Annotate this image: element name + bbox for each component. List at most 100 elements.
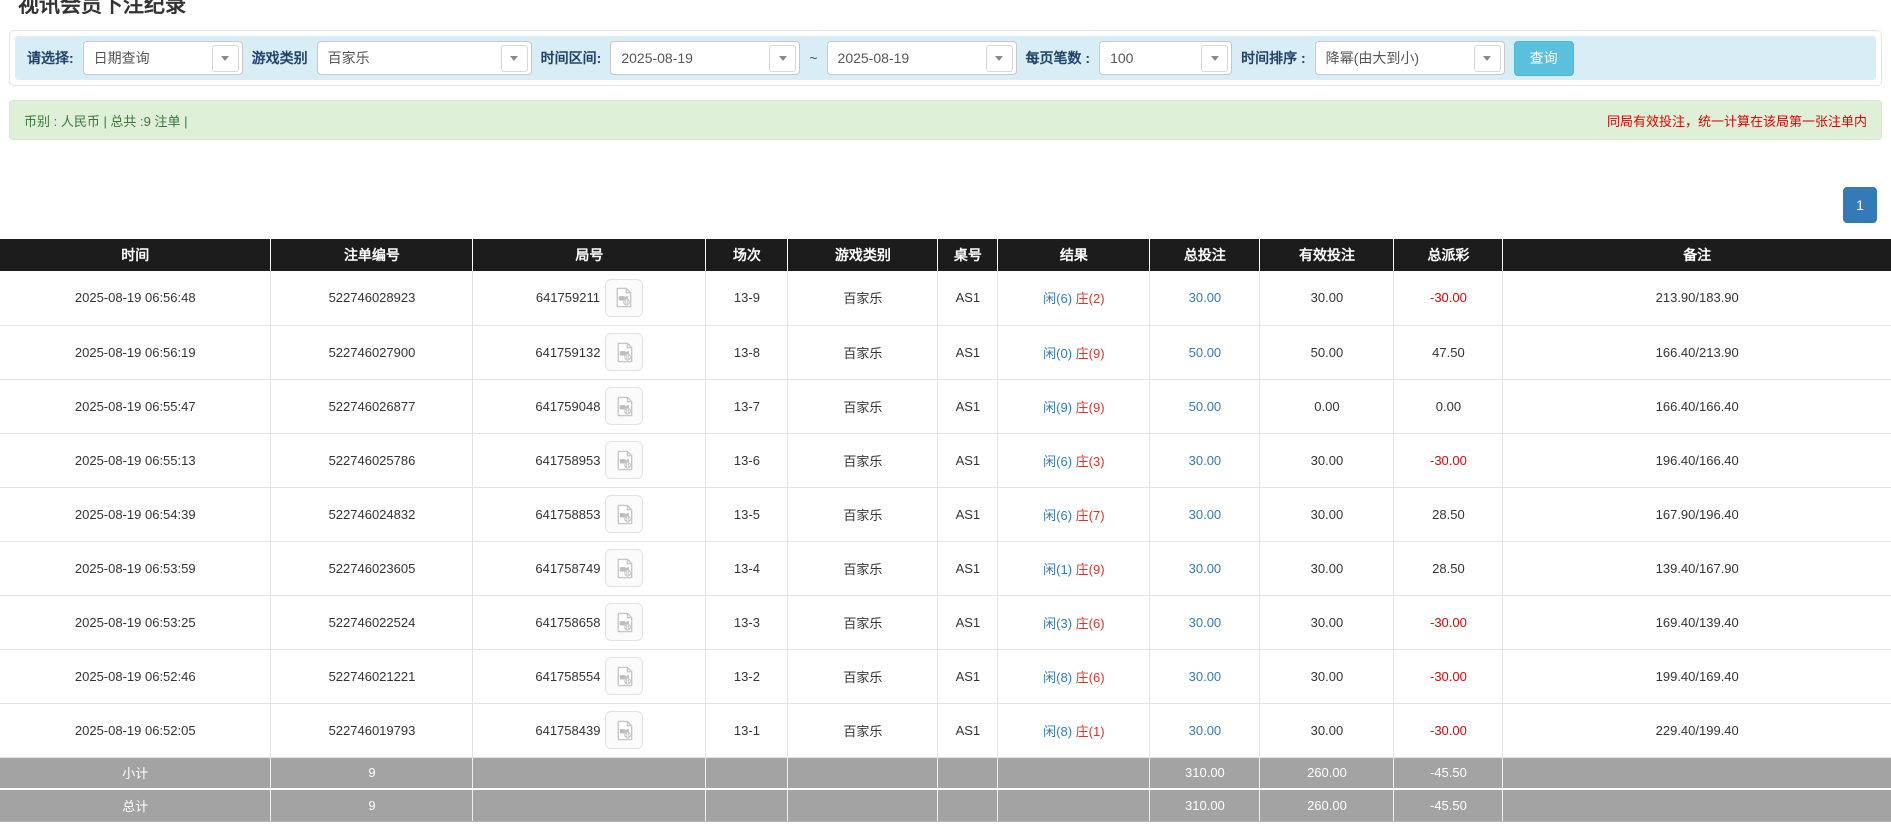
page-size-select[interactable]: 100 — [1099, 41, 1232, 75]
sort-order-label: 时间排序 : — [1241, 48, 1306, 68]
page-1-button[interactable]: 1 — [1843, 187, 1877, 223]
video-replay-button[interactable] — [605, 279, 643, 317]
cell-total-bet[interactable]: 30.00 — [1150, 595, 1260, 649]
cell-total-bet[interactable]: 30.00 — [1150, 433, 1260, 487]
search-button[interactable]: 查询 — [1514, 41, 1574, 76]
result-player: 闲(6) — [1043, 454, 1072, 469]
cell-remark: 166.40/213.90 — [1503, 325, 1891, 379]
cell-round: 641758658 — [473, 595, 706, 649]
table-row: 2025-08-19 06:52:46 522746021221 6417585… — [0, 649, 1891, 703]
cell-session: 13-9 — [706, 271, 788, 325]
cell-game: 百家乐 — [788, 703, 938, 757]
video-replay-button[interactable] — [605, 603, 643, 641]
result-banker: 庄(3) — [1076, 454, 1105, 469]
video-replay-button[interactable] — [605, 711, 643, 749]
sort-order-value: 降幂(由大到小) — [1326, 48, 1419, 68]
video-replay-button[interactable] — [605, 387, 643, 425]
video-file-icon — [613, 665, 636, 688]
column-header: 场次 — [706, 239, 788, 271]
video-replay-button[interactable] — [605, 549, 643, 587]
query-type-label: 请选择: — [27, 48, 74, 68]
chevron-down-icon — [1201, 45, 1228, 72]
cell-session: 13-7 — [706, 379, 788, 433]
round-number: 641759132 — [535, 345, 600, 360]
cell-valid-bet: 30.00 — [1260, 595, 1394, 649]
date-to-select[interactable]: 2025-08-19 — [827, 41, 1017, 75]
table-row: 2025-08-19 06:54:39 522746024832 6417588… — [0, 487, 1891, 541]
cell-bet-id: 522746022524 — [271, 595, 473, 649]
date-range-separator: ~ — [809, 50, 817, 66]
result-player: 闲(9) — [1043, 400, 1072, 415]
cell-payout: -30.00 — [1394, 703, 1503, 757]
cell-payout: -30.00 — [1394, 649, 1503, 703]
sort-order-select[interactable]: 降幂(由大到小) — [1315, 41, 1505, 75]
cell-bet-id: 522746019793 — [271, 703, 473, 757]
cell-time: 2025-08-19 06:53:59 — [0, 541, 271, 595]
cell-session: 13-6 — [706, 433, 788, 487]
cell-total-bet[interactable]: 50.00 — [1150, 325, 1260, 379]
result-player: 闲(8) — [1043, 670, 1072, 685]
video-file-icon — [613, 395, 636, 418]
summary-label: 小计 — [0, 757, 271, 789]
video-replay-button[interactable] — [605, 495, 643, 533]
summary-count: 9 — [271, 757, 473, 789]
summary-remark — [1503, 757, 1891, 789]
result-banker: 庄(6) — [1076, 670, 1105, 685]
cell-remark: 169.40/139.40 — [1503, 595, 1891, 649]
video-file-icon — [613, 557, 636, 580]
cell-round: 641759048 — [473, 379, 706, 433]
cell-payout: 0.00 — [1394, 379, 1503, 433]
summary-valid-bet: 260.00 — [1260, 789, 1394, 821]
table-row: 2025-08-19 06:55:13 522746025786 6417589… — [0, 433, 1891, 487]
date-from-select[interactable]: 2025-08-19 — [610, 41, 800, 75]
cell-bet-id: 522746025786 — [271, 433, 473, 487]
table-body: 2025-08-19 06:56:48 522746028923 6417592… — [0, 271, 1891, 821]
cell-game: 百家乐 — [788, 649, 938, 703]
cell-total-bet[interactable]: 30.00 — [1150, 271, 1260, 325]
cell-total-bet[interactable]: 30.00 — [1150, 703, 1260, 757]
cell-payout: 28.50 — [1394, 487, 1503, 541]
table-row: 2025-08-19 06:53:25 522746022524 6417586… — [0, 595, 1891, 649]
cell-result: 闲(9) 庄(9) — [998, 379, 1150, 433]
cell-total-bet[interactable]: 30.00 — [1150, 649, 1260, 703]
cell-round: 641759132 — [473, 325, 706, 379]
video-replay-button[interactable] — [605, 333, 643, 371]
header-row: 时间注单编号局号场次游戏类别桌号结果总投注有效投注总派彩备注 — [0, 239, 1891, 271]
result-banker: 庄(9) — [1076, 400, 1105, 415]
video-file-icon — [613, 719, 636, 742]
cell-time: 2025-08-19 06:55:13 — [0, 433, 271, 487]
column-header: 备注 — [1503, 239, 1891, 271]
cell-game: 百家乐 — [788, 595, 938, 649]
cell-total-bet[interactable]: 50.00 — [1150, 379, 1260, 433]
cell-payout: -30.00 — [1394, 271, 1503, 325]
cell-remark: 166.40/166.40 — [1503, 379, 1891, 433]
video-replay-button[interactable] — [605, 441, 643, 479]
cell-bet-id: 522746023605 — [271, 541, 473, 595]
result-banker: 庄(7) — [1076, 508, 1105, 523]
cell-table: AS1 — [938, 595, 998, 649]
result-player: 闲(8) — [1043, 724, 1072, 739]
page-title-container: 视讯会员下注纪录 — [0, 0, 1891, 14]
round-number: 641758554 — [535, 669, 600, 684]
cell-payout: -30.00 — [1394, 595, 1503, 649]
cell-total-bet[interactable]: 30.00 — [1150, 487, 1260, 541]
query-type-select[interactable]: 日期查询 — [83, 41, 243, 75]
round-number: 641758658 — [535, 615, 600, 630]
round-number: 641758439 — [535, 723, 600, 738]
cell-time: 2025-08-19 06:52:05 — [0, 703, 271, 757]
column-header: 注单编号 — [271, 239, 473, 271]
page-size-label: 每页笔数 : — [1026, 48, 1091, 68]
cell-total-bet[interactable]: 30.00 — [1150, 541, 1260, 595]
cell-remark: 139.40/167.90 — [1503, 541, 1891, 595]
summary-label: 总计 — [0, 789, 271, 821]
cell-game: 百家乐 — [788, 487, 938, 541]
cell-round: 641758439 — [473, 703, 706, 757]
cell-table: AS1 — [938, 541, 998, 595]
video-replay-button[interactable] — [605, 657, 643, 695]
cell-remark: 199.40/169.40 — [1503, 649, 1891, 703]
game-category-select[interactable]: 百家乐 — [317, 41, 532, 75]
chevron-down-icon — [986, 45, 1013, 72]
result-player: 闲(1) — [1043, 562, 1072, 577]
cell-result: 闲(6) 庄(2) — [998, 271, 1150, 325]
summary-valid-bet: 260.00 — [1260, 757, 1394, 789]
